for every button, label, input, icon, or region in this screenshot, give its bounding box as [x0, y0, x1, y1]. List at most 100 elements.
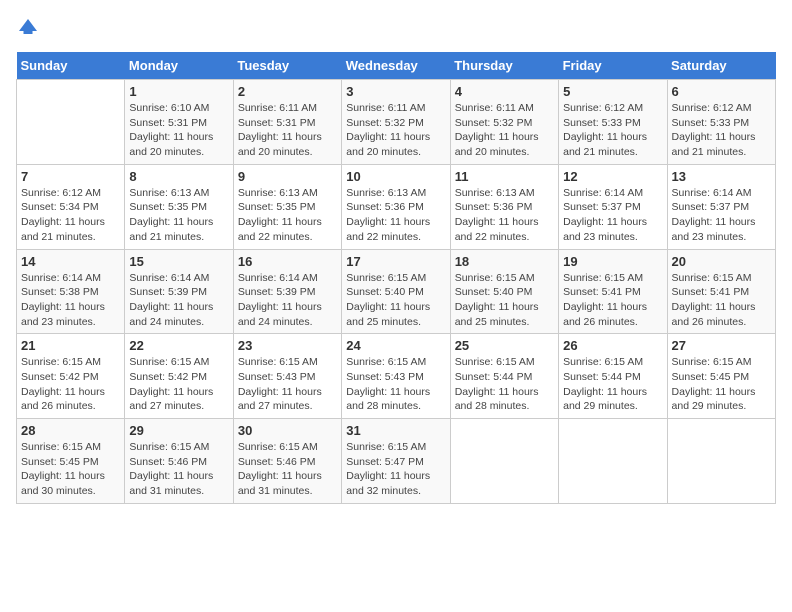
day-cell: 16 Sunrise: 6:14 AM Sunset: 5:39 PM Dayli…	[233, 249, 341, 334]
day-cell: 18 Sunrise: 6:15 AM Sunset: 5:40 PM Dayli…	[450, 249, 558, 334]
day-number: 31	[346, 423, 445, 438]
week-row-3: 14 Sunrise: 6:14 AM Sunset: 5:38 PM Dayli…	[17, 249, 776, 334]
day-number: 30	[238, 423, 337, 438]
day-info: Sunrise: 6:13 AM Sunset: 5:35 PM Dayligh…	[238, 186, 337, 245]
day-number: 27	[672, 338, 771, 353]
day-number: 14	[21, 254, 120, 269]
day-cell: 6 Sunrise: 6:12 AM Sunset: 5:33 PM Daylig…	[667, 80, 775, 165]
week-row-4: 21 Sunrise: 6:15 AM Sunset: 5:42 PM Dayli…	[17, 334, 776, 419]
day-number: 25	[455, 338, 554, 353]
day-number: 9	[238, 169, 337, 184]
day-number: 23	[238, 338, 337, 353]
column-header-thursday: Thursday	[450, 52, 558, 80]
day-number: 3	[346, 84, 445, 99]
day-cell: 22Sunrise: 6:15 AM Sunset: 5:42 PM Dayli…	[125, 334, 233, 419]
day-number: 6	[672, 84, 771, 99]
day-cell: 27 Sunrise: 6:15 AM Sunset: 5:45 PM Dayli…	[667, 334, 775, 419]
day-number: 20	[672, 254, 771, 269]
day-info: Sunrise: 6:15 AM Sunset: 5:47 PM Dayligh…	[346, 440, 445, 499]
day-number: 15	[129, 254, 228, 269]
day-cell: 13 Sunrise: 6:14 AM Sunset: 5:37 PM Dayli…	[667, 164, 775, 249]
day-info: Sunrise: 6:11 AM Sunset: 5:32 PM Dayligh…	[455, 101, 554, 160]
logo-icon	[16, 16, 40, 40]
day-cell: 9 Sunrise: 6:13 AM Sunset: 5:35 PM Daylig…	[233, 164, 341, 249]
logo	[16, 16, 44, 40]
day-cell: 12 Sunrise: 6:14 AM Sunset: 5:37 PM Dayli…	[559, 164, 667, 249]
day-cell: 11Sunrise: 6:13 AM Sunset: 5:36 PM Dayli…	[450, 164, 558, 249]
header-row: SundayMondayTuesdayWednesdayThursdayFrid…	[17, 52, 776, 80]
day-cell: 20 Sunrise: 6:15 AM Sunset: 5:41 PM Dayli…	[667, 249, 775, 334]
day-cell: 1 Sunrise: 6:10 AM Sunset: 5:31 PM Daylig…	[125, 80, 233, 165]
day-info: Sunrise: 6:15 AM Sunset: 5:44 PM Dayligh…	[455, 355, 554, 414]
day-cell: 7Sunrise: 6:12 AM Sunset: 5:34 PM Daylig…	[17, 164, 125, 249]
column-header-friday: Friday	[559, 52, 667, 80]
day-number: 1	[129, 84, 228, 99]
day-number: 12	[563, 169, 662, 184]
day-info: Sunrise: 6:11 AM Sunset: 5:32 PM Dayligh…	[346, 101, 445, 160]
week-row-5: 28Sunrise: 6:15 AM Sunset: 5:45 PM Dayli…	[17, 419, 776, 504]
day-number: 16	[238, 254, 337, 269]
column-header-sunday: Sunday	[17, 52, 125, 80]
day-info: Sunrise: 6:12 AM Sunset: 5:34 PM Dayligh…	[21, 186, 120, 245]
week-row-2: 7Sunrise: 6:12 AM Sunset: 5:34 PM Daylig…	[17, 164, 776, 249]
day-info: Sunrise: 6:10 AM Sunset: 5:31 PM Dayligh…	[129, 101, 228, 160]
column-header-saturday: Saturday	[667, 52, 775, 80]
day-info: Sunrise: 6:15 AM Sunset: 5:41 PM Dayligh…	[672, 271, 771, 330]
day-number: 13	[672, 169, 771, 184]
day-info: Sunrise: 6:12 AM Sunset: 5:33 PM Dayligh…	[563, 101, 662, 160]
column-header-tuesday: Tuesday	[233, 52, 341, 80]
day-cell: 15 Sunrise: 6:14 AM Sunset: 5:39 PM Dayli…	[125, 249, 233, 334]
day-cell: 25 Sunrise: 6:15 AM Sunset: 5:44 PM Dayli…	[450, 334, 558, 419]
day-cell: 23Sunrise: 6:15 AM Sunset: 5:43 PM Dayli…	[233, 334, 341, 419]
day-cell: 3 Sunrise: 6:11 AM Sunset: 5:32 PM Daylig…	[342, 80, 450, 165]
day-number: 22	[129, 338, 228, 353]
day-info: Sunrise: 6:11 AM Sunset: 5:31 PM Dayligh…	[238, 101, 337, 160]
day-info: Sunrise: 6:14 AM Sunset: 5:39 PM Dayligh…	[129, 271, 228, 330]
day-cell: 8 Sunrise: 6:13 AM Sunset: 5:35 PM Daylig…	[125, 164, 233, 249]
day-cell	[559, 419, 667, 504]
day-info: Sunrise: 6:12 AM Sunset: 5:33 PM Dayligh…	[672, 101, 771, 160]
day-info: Sunrise: 6:14 AM Sunset: 5:37 PM Dayligh…	[672, 186, 771, 245]
day-info: Sunrise: 6:15 AM Sunset: 5:44 PM Dayligh…	[563, 355, 662, 414]
day-info: Sunrise: 6:15 AM Sunset: 5:46 PM Dayligh…	[129, 440, 228, 499]
day-info: Sunrise: 6:15 AM Sunset: 5:45 PM Dayligh…	[672, 355, 771, 414]
day-cell: 2 Sunrise: 6:11 AM Sunset: 5:31 PM Daylig…	[233, 80, 341, 165]
day-info: Sunrise: 6:15 AM Sunset: 5:40 PM Dayligh…	[455, 271, 554, 330]
day-cell: 5 Sunrise: 6:12 AM Sunset: 5:33 PM Daylig…	[559, 80, 667, 165]
day-cell	[450, 419, 558, 504]
day-cell: 21 Sunrise: 6:15 AM Sunset: 5:42 PM Dayli…	[17, 334, 125, 419]
day-info: Sunrise: 6:14 AM Sunset: 5:39 PM Dayligh…	[238, 271, 337, 330]
day-cell: 26Sunrise: 6:15 AM Sunset: 5:44 PM Dayli…	[559, 334, 667, 419]
day-cell: 19Sunrise: 6:15 AM Sunset: 5:41 PM Dayli…	[559, 249, 667, 334]
day-info: Sunrise: 6:15 AM Sunset: 5:43 PM Dayligh…	[346, 355, 445, 414]
day-number: 5	[563, 84, 662, 99]
day-number: 8	[129, 169, 228, 184]
day-cell: 31 Sunrise: 6:15 AM Sunset: 5:47 PM Dayli…	[342, 419, 450, 504]
day-number: 29	[129, 423, 228, 438]
day-cell: 14 Sunrise: 6:14 AM Sunset: 5:38 PM Dayli…	[17, 249, 125, 334]
day-cell: 28Sunrise: 6:15 AM Sunset: 5:45 PM Dayli…	[17, 419, 125, 504]
day-number: 4	[455, 84, 554, 99]
day-number: 28	[21, 423, 120, 438]
day-info: Sunrise: 6:13 AM Sunset: 5:36 PM Dayligh…	[346, 186, 445, 245]
day-cell: 4 Sunrise: 6:11 AM Sunset: 5:32 PM Daylig…	[450, 80, 558, 165]
day-cell: 29 Sunrise: 6:15 AM Sunset: 5:46 PM Dayli…	[125, 419, 233, 504]
day-info: Sunrise: 6:15 AM Sunset: 5:42 PM Dayligh…	[21, 355, 120, 414]
day-info: Sunrise: 6:15 AM Sunset: 5:46 PM Dayligh…	[238, 440, 337, 499]
day-number: 21	[21, 338, 120, 353]
calendar-table: SundayMondayTuesdayWednesdayThursdayFrid…	[16, 52, 776, 504]
week-row-1: 1 Sunrise: 6:10 AM Sunset: 5:31 PM Daylig…	[17, 80, 776, 165]
day-number: 24	[346, 338, 445, 353]
day-cell: 17 Sunrise: 6:15 AM Sunset: 5:40 PM Dayli…	[342, 249, 450, 334]
day-cell: 24 Sunrise: 6:15 AM Sunset: 5:43 PM Dayli…	[342, 334, 450, 419]
day-info: Sunrise: 6:14 AM Sunset: 5:37 PM Dayligh…	[563, 186, 662, 245]
day-info: Sunrise: 6:15 AM Sunset: 5:40 PM Dayligh…	[346, 271, 445, 330]
day-number: 18	[455, 254, 554, 269]
day-number: 2	[238, 84, 337, 99]
day-info: Sunrise: 6:14 AM Sunset: 5:38 PM Dayligh…	[21, 271, 120, 330]
day-number: 19	[563, 254, 662, 269]
day-info: Sunrise: 6:13 AM Sunset: 5:35 PM Dayligh…	[129, 186, 228, 245]
day-number: 17	[346, 254, 445, 269]
day-cell	[17, 80, 125, 165]
header	[16, 16, 776, 40]
